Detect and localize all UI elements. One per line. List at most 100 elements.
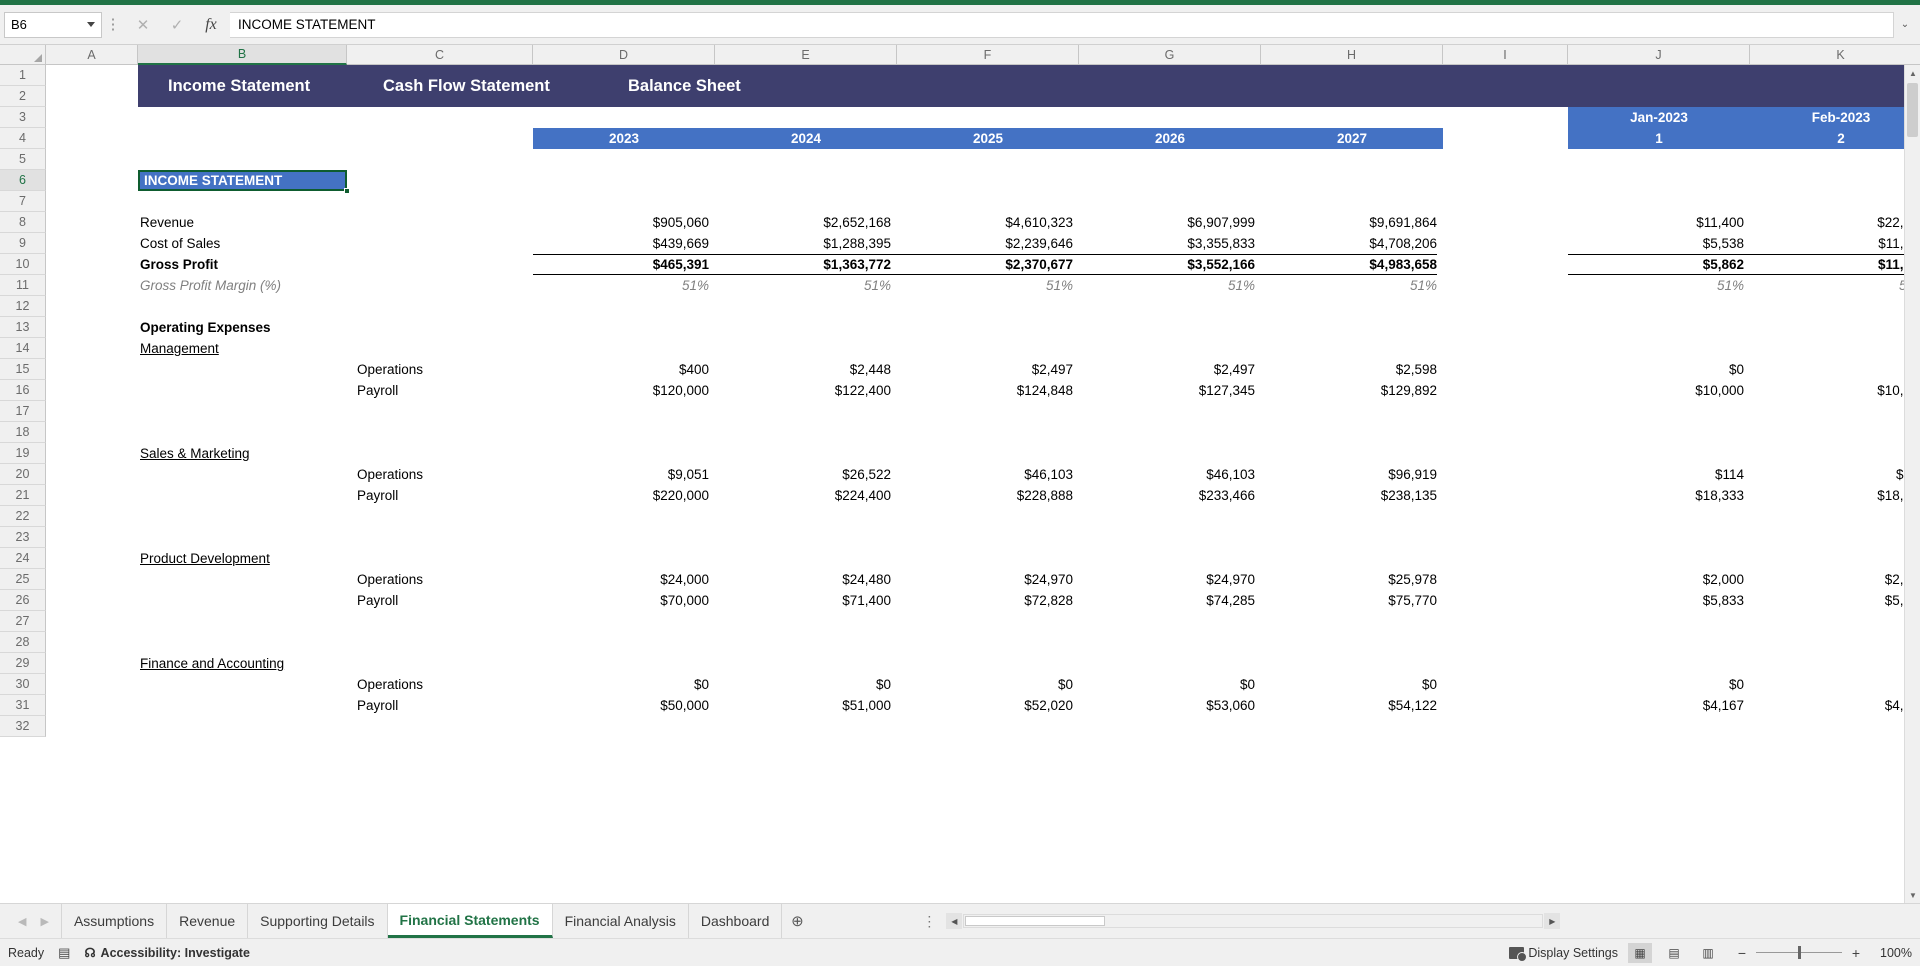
cell-G11[interactable]: 51%	[1079, 275, 1255, 296]
column-header-i[interactable]: I	[1443, 45, 1568, 65]
cell-J15[interactable]: $0	[1568, 359, 1744, 380]
cell-label-row-14[interactable]: Management	[140, 338, 469, 359]
cell-H11[interactable]: 51%	[1261, 275, 1437, 296]
cell-F16[interactable]: $124,848	[897, 380, 1073, 401]
column-header-c[interactable]: C	[347, 45, 533, 65]
sheet-tab-assumptions[interactable]: Assumptions	[60, 904, 168, 938]
cell-G15[interactable]: $2,497	[1079, 359, 1255, 380]
cell-H9[interactable]: $4,708,206	[1261, 233, 1437, 254]
zoom-slider-knob[interactable]	[1798, 946, 1801, 959]
hscroll-track[interactable]	[963, 914, 1544, 928]
row-header-30[interactable]: 30	[0, 674, 46, 695]
cell-K21[interactable]: $18,333	[1750, 485, 1920, 506]
row-header-3[interactable]: 3	[0, 107, 46, 128]
cell-E10[interactable]: $1,363,772	[715, 254, 891, 275]
cell-J21[interactable]: $18,333	[1568, 485, 1744, 506]
sheet-tab-financial-statements[interactable]: Financial Statements	[387, 904, 553, 938]
row-header-15[interactable]: 15	[0, 359, 46, 380]
cell-E30[interactable]: $0	[715, 674, 891, 695]
cell-G9[interactable]: $3,355,833	[1079, 233, 1255, 254]
row-header-18[interactable]: 18	[0, 422, 46, 443]
row-header-23[interactable]: 23	[0, 527, 46, 548]
row-header-14[interactable]: 14	[0, 338, 46, 359]
cell-D25[interactable]: $24,000	[533, 569, 709, 590]
cell-E25[interactable]: $24,480	[715, 569, 891, 590]
row-header-11[interactable]: 11	[0, 275, 46, 296]
confirm-icon[interactable]: ✓	[160, 12, 194, 38]
zoom-slider[interactable]	[1756, 946, 1842, 959]
cell-J16[interactable]: $10,000	[1568, 380, 1744, 401]
accessibility-status[interactable]: ☊ Accessibility: Investigate	[84, 945, 249, 961]
cell-label-row-29[interactable]: Finance and Accounting	[140, 653, 469, 674]
vertical-scroll-thumb[interactable]	[1907, 83, 1918, 137]
zoom-out-button[interactable]: −	[1736, 945, 1748, 961]
cell-J30[interactable]: $0	[1568, 674, 1744, 695]
view-page-layout-button[interactable]: ▤	[1662, 943, 1686, 963]
view-normal-button[interactable]: ▦	[1628, 942, 1652, 963]
cell-J9[interactable]: $5,538	[1568, 233, 1744, 254]
scroll-up-icon[interactable]: ▲	[1905, 65, 1920, 81]
cell-F21[interactable]: $228,888	[897, 485, 1073, 506]
cell-F20[interactable]: $46,103	[897, 464, 1073, 485]
row-header-21[interactable]: 21	[0, 485, 46, 506]
hscroll-left-icon[interactable]: ◀	[946, 913, 963, 929]
cell-K8[interactable]: $22,800	[1750, 212, 1920, 233]
fill-handle[interactable]	[344, 188, 350, 194]
row-header-1[interactable]: 1	[0, 65, 46, 86]
cell-E15[interactable]: $2,448	[715, 359, 891, 380]
cell-F31[interactable]: $52,020	[897, 695, 1073, 716]
cell-label-row-13[interactable]: Operating Expenses	[140, 317, 469, 338]
cell-G21[interactable]: $233,466	[1079, 485, 1255, 506]
row-header-24[interactable]: 24	[0, 548, 46, 569]
row-header-25[interactable]: 25	[0, 569, 46, 590]
cell-H31[interactable]: $54,122	[1261, 695, 1437, 716]
cell-K25[interactable]: $2,000	[1750, 569, 1920, 590]
row-header-27[interactable]: 27	[0, 611, 46, 632]
sheet-tab-revenue[interactable]: Revenue	[167, 904, 249, 938]
row-header-9[interactable]: 9	[0, 233, 46, 254]
cell-K31[interactable]: $4,167	[1750, 695, 1920, 716]
cell-E11[interactable]: 51%	[715, 275, 891, 296]
cell-J25[interactable]: $2,000	[1568, 569, 1744, 590]
formula-bar-expand-icon[interactable]: ⌄	[1894, 19, 1916, 30]
row-header-7[interactable]: 7	[0, 191, 46, 212]
cell-D31[interactable]: $50,000	[533, 695, 709, 716]
row-header-17[interactable]: 17	[0, 401, 46, 422]
chevron-down-icon[interactable]	[87, 22, 95, 27]
cell-G25[interactable]: $24,970	[1079, 569, 1255, 590]
cell-J31[interactable]: $4,167	[1568, 695, 1744, 716]
column-header-d[interactable]: D	[533, 45, 715, 65]
row-header-16[interactable]: 16	[0, 380, 46, 401]
cell-G8[interactable]: $6,907,999	[1079, 212, 1255, 233]
record-macro-icon[interactable]: ▤	[58, 945, 70, 961]
cell-J26[interactable]: $5,833	[1568, 590, 1744, 611]
cell-H25[interactable]: $25,978	[1261, 569, 1437, 590]
column-header-j[interactable]: J	[1568, 45, 1750, 65]
cell-label-row-9[interactable]: Cost of Sales	[140, 233, 469, 254]
scroll-down-icon[interactable]: ▼	[1905, 887, 1920, 903]
name-box[interactable]: B6	[4, 11, 102, 38]
cell-K30[interactable]: $0	[1750, 674, 1920, 695]
cell-G26[interactable]: $74,285	[1079, 590, 1255, 611]
cell-J10[interactable]: $5,862	[1568, 254, 1744, 275]
cell-H10[interactable]: $4,983,658	[1261, 254, 1437, 275]
display-settings-button[interactable]: Display Settings	[1509, 946, 1618, 962]
cell-H26[interactable]: $75,770	[1261, 590, 1437, 611]
cell-F9[interactable]: $2,239,646	[897, 233, 1073, 254]
cell-H20[interactable]: $96,919	[1261, 464, 1437, 485]
row-header-26[interactable]: 26	[0, 590, 46, 611]
sheet-tab-financial-analysis[interactable]: Financial Analysis	[553, 904, 689, 938]
selected-cell-b6[interactable]: INCOME STATEMENT	[138, 170, 347, 191]
row-header-6[interactable]: 6	[0, 170, 46, 191]
cell-F26[interactable]: $72,828	[897, 590, 1073, 611]
sheet-prev-icon[interactable]: ◀	[18, 915, 26, 928]
cell-D8[interactable]: $905,060	[533, 212, 709, 233]
cell-D10[interactable]: $465,391	[533, 254, 709, 275]
cell-label-row-24[interactable]: Product Development	[140, 548, 469, 569]
column-header-a[interactable]: A	[46, 45, 138, 65]
sheet-tab-supporting-details[interactable]: Supporting Details	[248, 904, 388, 938]
sheet-next-icon[interactable]: ▶	[40, 915, 48, 928]
cell-G20[interactable]: $46,103	[1079, 464, 1255, 485]
cell-F25[interactable]: $24,970	[897, 569, 1073, 590]
column-header-b[interactable]: B	[138, 45, 347, 65]
